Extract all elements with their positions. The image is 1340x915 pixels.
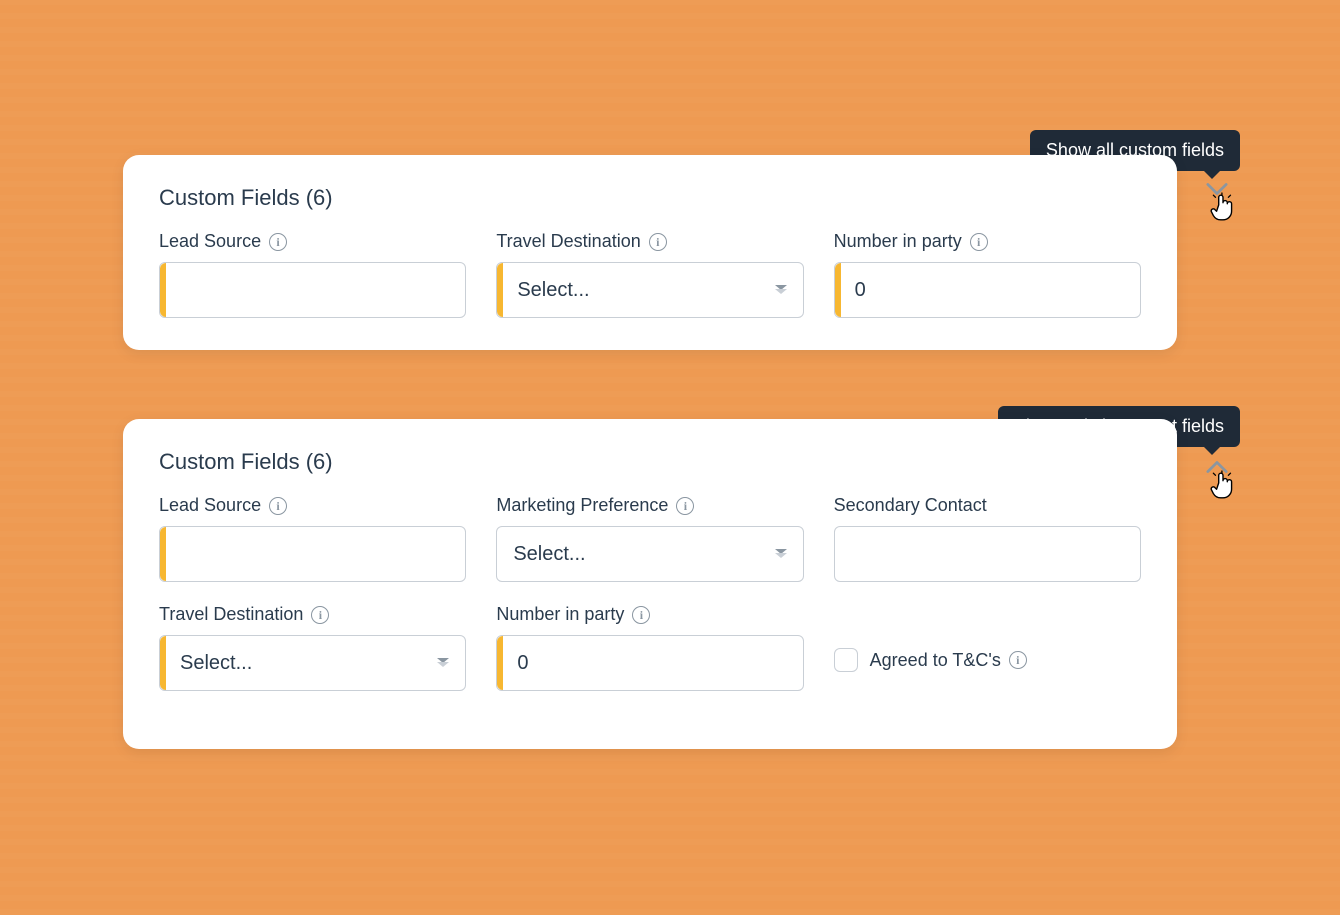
checkbox-label: Agreed to T&C's <box>870 650 1027 671</box>
label-text: Marketing Preference <box>496 495 668 516</box>
number-in-party-input[interactable] <box>497 636 802 690</box>
info-icon[interactable] <box>269 497 287 515</box>
info-icon[interactable] <box>676 497 694 515</box>
info-icon[interactable] <box>970 233 988 251</box>
field-label: Travel Destination <box>496 231 803 252</box>
field-lead-source: Lead Source <box>159 231 466 318</box>
card-title: Custom Fields (6) <box>159 185 1141 211</box>
field-label: Travel Destination <box>159 604 466 625</box>
label-text: Agreed to T&C's <box>870 650 1001 671</box>
field-marketing-preference: Marketing Preference Select... <box>496 495 803 582</box>
field-label: Number in party <box>834 231 1141 252</box>
select-placeholder: Select... <box>513 543 585 566</box>
input-wrap <box>834 526 1141 582</box>
dropdown-caret-icon <box>437 658 451 668</box>
input-wrap <box>496 635 803 691</box>
info-icon[interactable] <box>269 233 287 251</box>
spacer <box>834 604 1141 632</box>
select-display: Select... <box>160 636 437 690</box>
field-number-in-party: Number in party <box>834 231 1141 318</box>
collapse-toggle[interactable] <box>1206 460 1228 474</box>
fields-row: Lead Source Marketing Preference Select.… <box>159 495 1141 582</box>
custom-fields-card-collapsed: Custom Fields (6) Lead Source Travel Des… <box>123 155 1177 350</box>
cursor-hand-icon <box>1210 192 1236 222</box>
label-text: Secondary Contact <box>834 495 987 516</box>
input-wrap <box>159 262 466 318</box>
checkbox-box[interactable] <box>834 648 858 672</box>
field-label: Marketing Preference <box>496 495 803 516</box>
custom-fields-card-expanded: Custom Fields (6) Lead Source Marketing … <box>123 419 1177 749</box>
field-lead-source: Lead Source <box>159 495 466 582</box>
select-wrap[interactable]: Select... <box>496 526 803 582</box>
fields-row: Travel Destination Select... Number in p… <box>159 604 1141 691</box>
input-wrap <box>834 262 1141 318</box>
field-label: Lead Source <box>159 495 466 516</box>
info-icon[interactable] <box>311 606 329 624</box>
cursor-hand-icon <box>1210 470 1236 500</box>
select-display: Select... <box>497 527 774 581</box>
input-wrap <box>159 526 466 582</box>
checkbox-row[interactable]: Agreed to T&C's <box>834 632 1141 688</box>
dropdown-caret-icon <box>775 285 789 295</box>
field-travel-destination: Travel Destination Select... <box>496 231 803 318</box>
select-placeholder: Select... <box>180 652 252 675</box>
chevron-down-icon <box>1206 182 1228 196</box>
label-text: Travel Destination <box>159 604 303 625</box>
label-text: Lead Source <box>159 231 261 252</box>
fields-row: Lead Source Travel Destination Select... <box>159 231 1141 318</box>
info-icon[interactable] <box>632 606 650 624</box>
expand-toggle[interactable] <box>1206 182 1228 196</box>
field-secondary-contact: Secondary Contact <box>834 495 1141 582</box>
field-label: Lead Source <box>159 231 466 252</box>
info-icon[interactable] <box>649 233 667 251</box>
label-text: Lead Source <box>159 495 261 516</box>
select-wrap[interactable]: Select... <box>496 262 803 318</box>
field-number-in-party: Number in party <box>496 604 803 691</box>
lead-source-input[interactable] <box>160 263 465 317</box>
card-title: Custom Fields (6) <box>159 449 1141 475</box>
label-text: Number in party <box>496 604 624 625</box>
label-text: Number in party <box>834 231 962 252</box>
field-label: Secondary Contact <box>834 495 1141 516</box>
select-wrap[interactable]: Select... <box>159 635 466 691</box>
field-agreed-tc: Agreed to T&C's <box>834 604 1141 691</box>
dropdown-caret-icon <box>775 549 789 559</box>
number-in-party-input[interactable] <box>835 263 1140 317</box>
secondary-contact-input[interactable] <box>835 527 1140 581</box>
lead-source-input[interactable] <box>160 527 465 581</box>
info-icon[interactable] <box>1009 651 1027 669</box>
select-placeholder: Select... <box>517 279 589 302</box>
field-label: Number in party <box>496 604 803 625</box>
label-text: Travel Destination <box>496 231 640 252</box>
select-display: Select... <box>497 263 774 317</box>
field-travel-destination: Travel Destination Select... <box>159 604 466 691</box>
chevron-up-icon <box>1206 460 1228 474</box>
